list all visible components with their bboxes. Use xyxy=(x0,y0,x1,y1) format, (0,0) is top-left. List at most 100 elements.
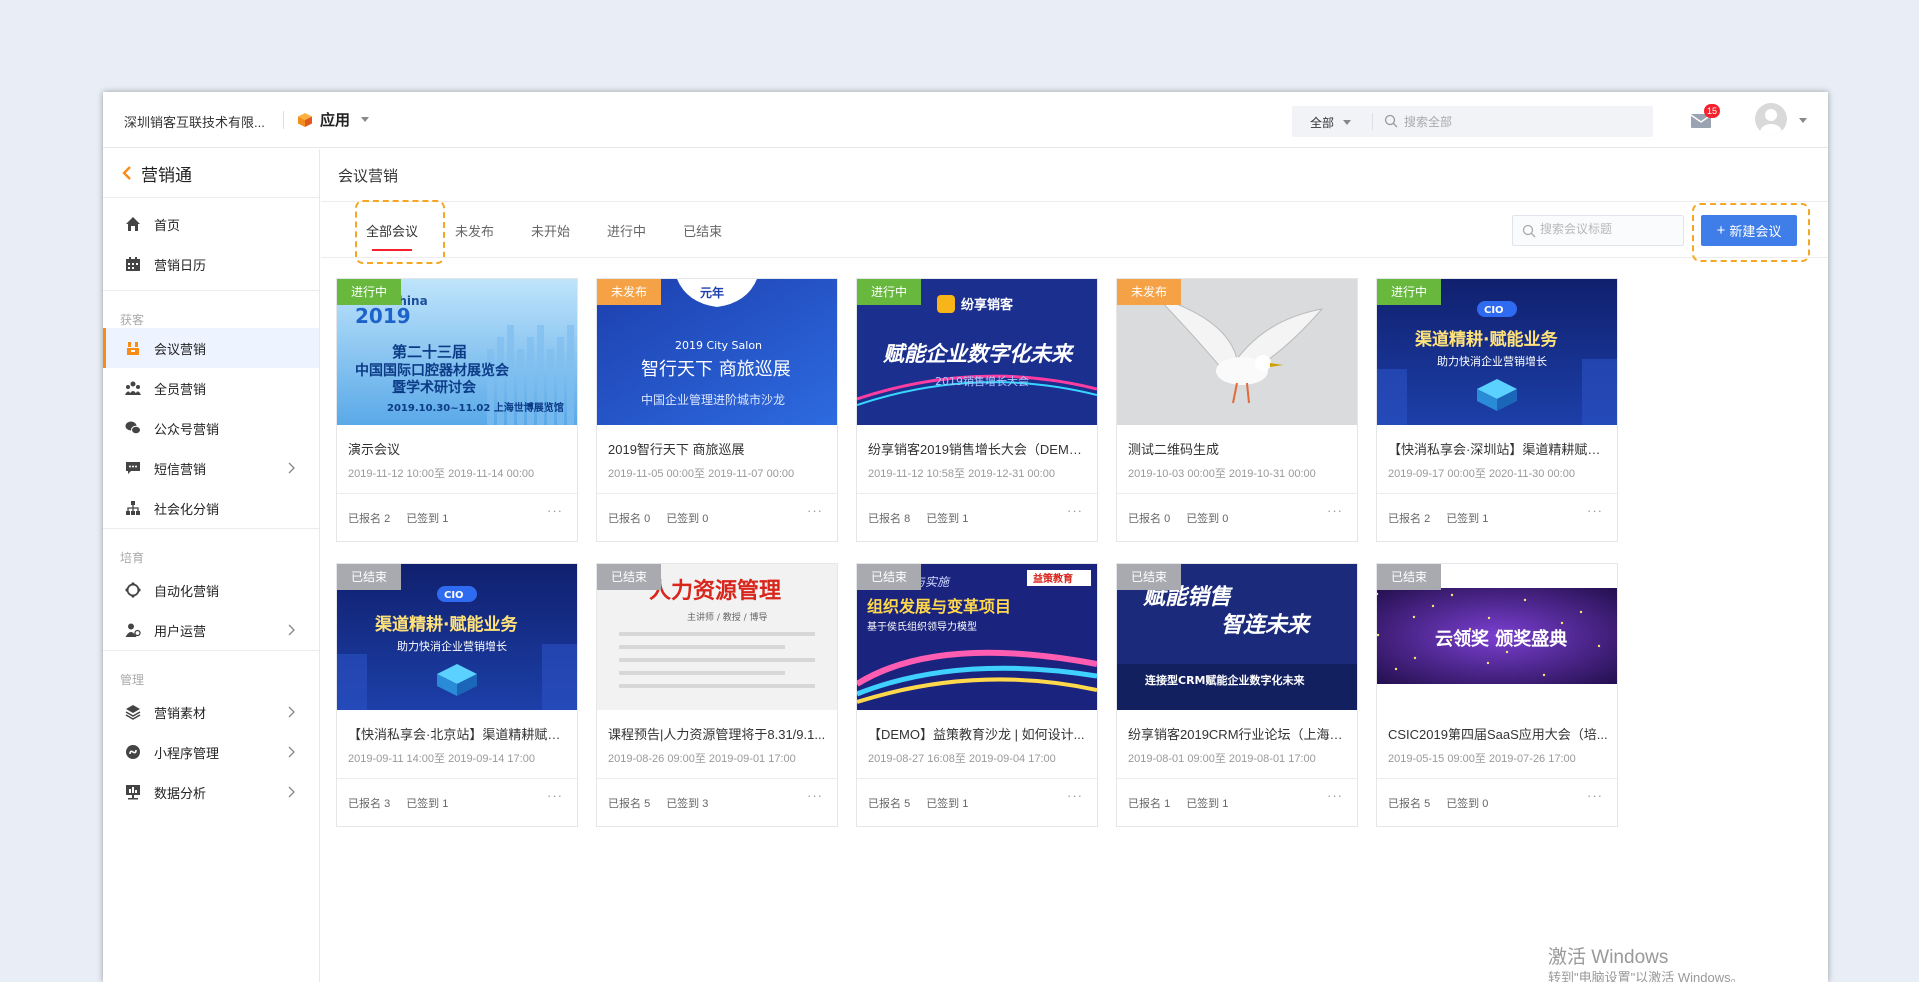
meeting-title[interactable]: 【快消私享会·深圳站】渠道精耕赋能... xyxy=(1388,439,1610,458)
meeting-time: 2019-09-11 14:00至 2019-09-14 17:00 xyxy=(348,753,535,765)
meeting-title[interactable]: 演示会议 xyxy=(348,439,570,458)
tab-not-started[interactable]: 未开始 xyxy=(531,221,570,251)
status-badge: 进行中 xyxy=(337,279,402,305)
sidebar-item-label: 营销日历 xyxy=(154,257,207,273)
checkin-count: 0 xyxy=(1222,513,1229,525)
divider xyxy=(283,111,284,129)
sidebar-item-miniprogram[interactable]: 小程序管理 xyxy=(103,732,319,772)
sidebar-item-materials[interactable]: 营销素材 xyxy=(103,692,319,732)
windows-watermark-subtitle: 转到"电脑设置"以激活 Windows。 xyxy=(1548,970,1744,982)
meeting-card[interactable]: 元年 2019 City Salon 智行天下 商旅巡展 中国企业管理进阶城市沙龙 未发… xyxy=(596,278,838,542)
svg-text:助力快消企业营销增长: 助力快消企业营销增长 xyxy=(397,639,507,653)
status-badge: 已结束 xyxy=(337,564,402,590)
signup-label: 已报名 xyxy=(1388,798,1421,810)
sidebar-item-analytics[interactable]: 数据分析 xyxy=(103,772,319,812)
meeting-card[interactable]: 赋能销售 智连未来 连接型CRM赋能企业数字化未来 已结束 纷享销客2019CRM行业论… xyxy=(1116,563,1358,827)
meeting-card[interactable]: 纷享销客 赋能企业数字化未来 2019销售增长大会 进行中 纷享销客2019销售增长大会… xyxy=(856,278,1098,542)
checkin-label: 已签到 xyxy=(926,513,960,525)
more-icon[interactable]: ··· xyxy=(1587,503,1603,518)
meeting-title[interactable]: 纷享销客2019CRM行业论坛（上海站） xyxy=(1128,724,1350,743)
meeting-card[interactable]: 人力资源管理 主讲师 / 教授 / 博导 已结束 课程预告|人力资源管理将于8.31/… xyxy=(596,563,838,827)
tab-unpublished[interactable]: 未发布 xyxy=(455,221,494,251)
avatar[interactable] xyxy=(1755,103,1787,135)
checkin-count: 1 xyxy=(442,513,449,525)
meeting-card[interactable]: 云领奖 颁奖盛典 已结束 CSIC2019第四届SaaS应用大会（培... 2019-… xyxy=(1376,563,1618,827)
sidebar-item-social-distribution[interactable]: 社会化分销 xyxy=(103,488,319,528)
checkin-count: 1 xyxy=(962,513,969,525)
app-switcher[interactable]: 应用 xyxy=(297,109,370,130)
cube-icon xyxy=(298,112,312,127)
meeting-card[interactable]: Tech China2019第二十三届中国国际口腔器材展览会暨学术研讨会2019… xyxy=(336,278,578,542)
meeting-card[interactable]: 未发布 测试二维码生成 2019-10-03 00:00至 2019-10-31 0… xyxy=(1116,278,1358,542)
meeting-stats: 已报名 0 已签到 0 xyxy=(608,510,708,526)
divider xyxy=(337,778,577,779)
meeting-card[interactable]: CIO 渠道精耕·赋能业务 助力快消企业营销增长 进行中 【快消私享会·深圳站】渠道精耕… xyxy=(1376,278,1618,542)
divider xyxy=(337,493,577,494)
calendar-icon xyxy=(126,257,140,271)
sidebar-item-home[interactable]: 首页 xyxy=(103,204,319,244)
sidebar-item-user-ops[interactable]: 用户运营 xyxy=(103,610,319,650)
meeting-title[interactable]: 测试二维码生成 xyxy=(1128,439,1350,458)
search-input[interactable] xyxy=(1404,112,1634,131)
checkin-label: 已签到 xyxy=(1186,513,1220,525)
chevron-down-icon xyxy=(361,117,370,122)
automation-icon xyxy=(125,582,141,598)
sidebar-item-meeting-marketing[interactable]: 会议营销 xyxy=(103,328,319,368)
more-icon[interactable]: ··· xyxy=(807,788,823,803)
tab-in-progress[interactable]: 进行中 xyxy=(607,221,646,251)
checkin-label: 已签到 xyxy=(666,513,700,525)
more-icon[interactable]: ··· xyxy=(1327,503,1343,518)
checkin-label: 已签到 xyxy=(406,798,440,810)
signup-label: 已报名 xyxy=(348,513,381,525)
sidebar-item-label: 短信营销 xyxy=(154,461,207,477)
sidebar-item-automation[interactable]: 自动化营销 xyxy=(103,570,319,610)
meeting-title[interactable]: 纷享销客2019销售增长大会（DEMO） xyxy=(868,439,1090,458)
checkin-stat: 已签到 1 xyxy=(926,510,968,526)
sidebar-item-label: 会议营销 xyxy=(154,341,207,357)
more-icon[interactable]: ··· xyxy=(1067,503,1083,518)
sidebar-item-sms[interactable]: 短信营销 xyxy=(103,448,319,488)
svg-text:中国国际口腔器材展览会: 中国国际口腔器材展览会 xyxy=(355,362,510,379)
meeting-card[interactable]: CIO 渠道精耕·赋能业务 助力快消企业营销增长 已结束 【快消私享会·北京站】渠道精耕… xyxy=(336,563,578,827)
search-icon xyxy=(1384,114,1398,128)
chevron-down-icon xyxy=(1343,120,1352,125)
meeting-time: 2019-05-15 09:00至 2019-07-26 17:00 xyxy=(1388,753,1576,765)
sidebar-item-calendar[interactable]: 营销日历 xyxy=(103,244,319,284)
user-ops-icon xyxy=(125,623,141,637)
main-content: 会议营销 全部会议 未发布 未开始 进行中 已结束 + 新建会议 Tech Ch… xyxy=(321,149,1828,982)
svg-text:纷享销客: 纷享销客 xyxy=(961,297,1014,313)
chevron-down-icon[interactable] xyxy=(1799,118,1807,123)
more-icon[interactable]: ··· xyxy=(1067,788,1083,803)
meeting-card[interactable]: 组织设计与实施益策教育组织发展与变革项目基于侯氏组织领导力模型已结束【DEMO】… xyxy=(856,563,1098,827)
chevron-right-icon xyxy=(288,786,295,798)
svg-text:云领奖 颁奖盛典: 云领奖 颁奖盛典 xyxy=(1435,628,1567,650)
svg-text:2019.10.30~11.02 上海世博展览馆: 2019.10.30~11.02 上海世博展览馆 xyxy=(387,401,564,414)
search-scope-select[interactable]: 全部 xyxy=(1310,114,1352,131)
meeting-title[interactable]: 【DEMO】益策教育沙龙 | 如何设计... xyxy=(868,724,1090,743)
meeting-search-input[interactable] xyxy=(1540,222,1680,236)
more-icon[interactable]: ··· xyxy=(1587,788,1603,803)
sidebar-item-wechat[interactable]: 公众号营销 xyxy=(103,408,319,448)
meeting-title[interactable]: 【快消私享会·北京站】渠道精耕赋能... xyxy=(348,724,570,743)
checkin-stat: 已签到 0 xyxy=(1446,795,1488,811)
meeting-title[interactable]: 2019智行天下 商旅巡展 xyxy=(608,439,830,458)
more-icon[interactable]: ··· xyxy=(1327,788,1343,803)
checkin-label: 已签到 xyxy=(1446,513,1480,525)
meeting-stats: 已报名 2 已签到 1 xyxy=(348,510,448,526)
more-icon[interactable]: ··· xyxy=(807,503,823,518)
more-icon[interactable]: ··· xyxy=(547,788,563,803)
sidebar-item-label: 数据分析 xyxy=(154,785,207,801)
tab-ended[interactable]: 已结束 xyxy=(683,221,722,251)
sidebar-item-all-staff[interactable]: 全员营销 xyxy=(103,368,319,408)
meeting-time: 2019-08-27 16:08至 2019-09-04 17:00 xyxy=(868,753,1056,765)
checkin-stat: 已签到 0 xyxy=(1186,510,1228,526)
company-name[interactable]: 深圳销客互联技术有限... xyxy=(124,112,265,131)
sidebar-item-label: 用户运营 xyxy=(154,623,207,639)
meeting-title[interactable]: CSIC2019第四届SaaS应用大会（培... xyxy=(1388,724,1610,743)
sidebar: 营销通 首页 营销日历 获客 会议营销 全员营销 公众号营销 短信营销 社会化分… xyxy=(103,149,320,982)
checkin-count: 1 xyxy=(442,798,449,810)
meeting-title[interactable]: 课程预告|人力资源管理将于8.31/9.1... xyxy=(608,724,830,743)
svg-text:2019 City Salon: 2019 City Salon xyxy=(675,339,762,352)
more-icon[interactable]: ··· xyxy=(547,503,563,518)
sidebar-header[interactable]: 营销通 xyxy=(103,149,319,198)
